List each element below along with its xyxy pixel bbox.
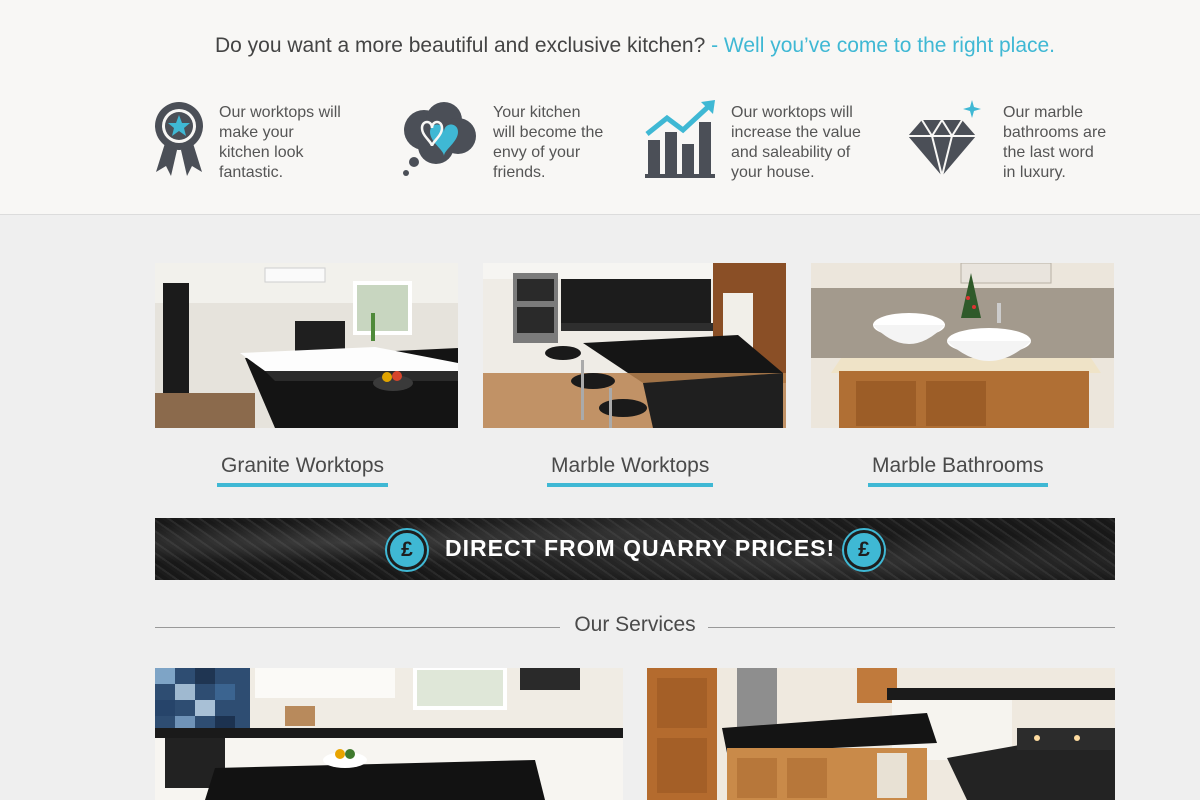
feature-text: Our worktops will make your kitchen look… — [219, 104, 341, 181]
granite-kitchen-photo[interactable] — [155, 263, 458, 428]
feature-envy: Your kitchen will become the envy of you… — [400, 100, 630, 190]
hero-question: Do you want a more beautiful and exclusi… — [214, 34, 706, 57]
pound-icon: £ — [387, 530, 427, 570]
feature-value: Our worktops will increase the value and… — [645, 100, 885, 190]
kitchen-island-photo[interactable] — [155, 668, 623, 800]
marble-kitchen-photo[interactable] — [483, 263, 786, 428]
category-link-marble-bathrooms[interactable]: Marble Bathrooms — [868, 453, 1048, 487]
rising-chart-icon — [645, 100, 719, 178]
award-ribbon-icon — [153, 100, 205, 178]
quarry-prices-banner[interactable]: £ DIRECT FROM QUARRY PRICES! £ — [155, 518, 1115, 580]
hero-answer: - Well you’ve come to the right place. — [705, 34, 1056, 57]
diamond-icon — [908, 100, 988, 178]
services-heading: Our Services — [574, 613, 696, 636]
pound-icon: £ — [844, 530, 884, 570]
feature-text: Our worktops will increase the value and… — [731, 104, 861, 181]
category-link-granite-worktops[interactable]: Granite Worktops — [217, 453, 389, 487]
heart-thought-bubble-icon — [400, 100, 480, 180]
banner-text: DIRECT FROM QUARRY PRICES! — [445, 535, 836, 561]
category-link-marble-worktops[interactable]: Marble Worktops — [547, 453, 714, 487]
feature-text: Our marble bathrooms are the last word i… — [1003, 104, 1107, 181]
feature-luxury: Our marble bathrooms are the last word i… — [908, 100, 1128, 190]
hero-headline: Do you want a more beautiful and exclusi… — [0, 34, 1200, 58]
feature-text: Your kitchen will become the envy of you… — [493, 104, 604, 181]
feature-fantastic: Our worktops will make your kitchen look… — [153, 100, 373, 190]
marble-bathroom-photo[interactable] — [811, 263, 1114, 428]
wood-kitchen-photo[interactable] — [647, 668, 1115, 800]
